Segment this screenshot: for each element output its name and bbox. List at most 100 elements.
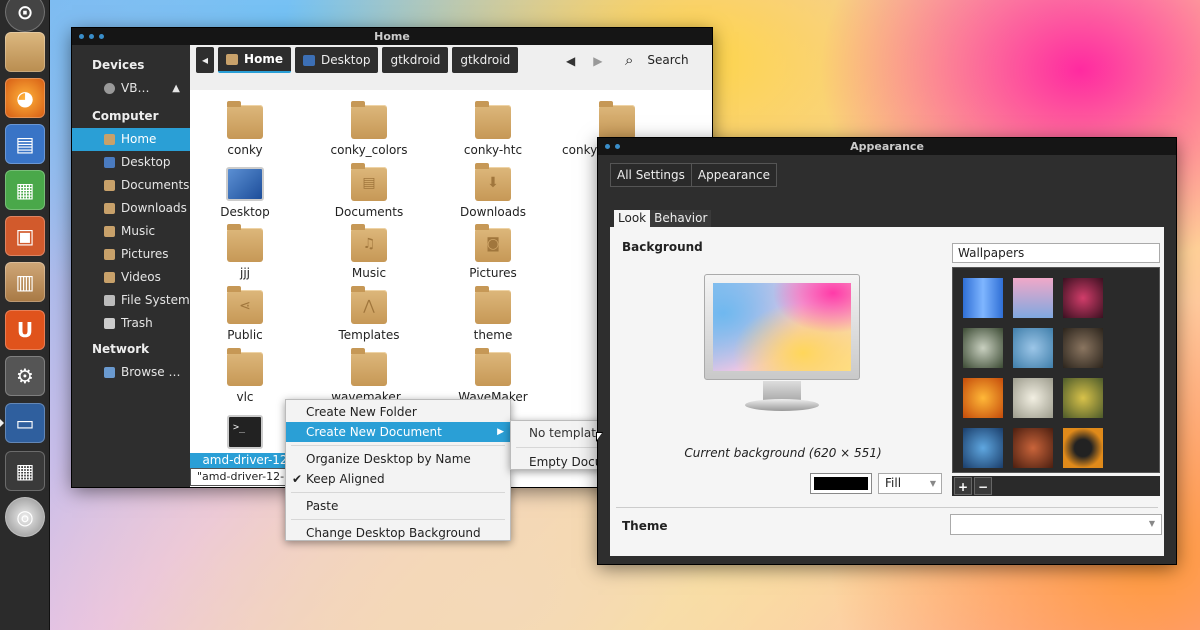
file-icon-conky[interactable]: conky <box>190 101 300 157</box>
breadcrumb-back-button[interactable]: ◂ <box>196 47 215 73</box>
sidebar-item-music[interactable]: Music <box>72 220 190 243</box>
tab-behavior[interactable]: Behavior <box>650 210 712 227</box>
file-icon-theme[interactable]: theme <box>438 286 548 342</box>
folder-icon <box>351 348 387 386</box>
color-swatch-button[interactable] <box>810 473 872 494</box>
menu-item-organize-desktop[interactable]: Organize Desktop by Name <box>286 449 510 469</box>
folder-emblem-icon: ⋀ <box>363 298 375 314</box>
wallpaper-thumb[interactable] <box>1013 328 1053 368</box>
forward-arrow-icon[interactable]: ▶ <box>593 54 602 68</box>
virtualbox-icon[interactable]: ▭ <box>0 403 45 443</box>
wallpaper-thumb[interactable] <box>1063 428 1103 468</box>
window-title: Home <box>374 30 410 43</box>
close-icon[interactable] <box>605 144 610 149</box>
wallpaper-thumb[interactable] <box>963 328 1003 368</box>
sidebar-item-browse-network[interactable]: Browse … <box>72 361 190 384</box>
wallpaper-thumb[interactable] <box>963 378 1003 418</box>
back-arrow-icon[interactable]: ◀ <box>566 54 575 68</box>
sidebar-item-pictures[interactable]: Pictures <box>72 243 190 266</box>
all-settings-button[interactable]: All Settings <box>611 164 691 186</box>
menu-item-create-new-document[interactable]: Create New Document ▶ <box>286 422 510 442</box>
file-icon-wavemaker[interactable]: WaveMaker <box>438 348 548 404</box>
minimize-icon[interactable] <box>615 144 620 149</box>
file-icon-public[interactable]: ⋖ Public <box>190 286 300 342</box>
file-icon-music[interactable]: ♫ Music <box>314 224 424 280</box>
sidebar-item-desktop[interactable]: Desktop <box>72 151 190 174</box>
sidebar-item-videos[interactable]: Videos <box>72 266 190 289</box>
wallpaper-thumb[interactable] <box>1013 278 1053 318</box>
menu-item-create-new-folder[interactable]: Create New Folder <box>286 402 510 422</box>
wallpaper-thumb[interactable] <box>963 278 1003 318</box>
sidebar-item-label: Documents <box>121 178 190 192</box>
menu-item-keep-aligned[interactable]: ✔ Keep Aligned <box>286 469 510 489</box>
breadcrumb-gtkdroid-2[interactable]: gtkdroid <box>452 47 519 73</box>
wallpaper-thumb[interactable] <box>1063 378 1103 418</box>
wallpaper-thumb[interactable] <box>1063 328 1103 368</box>
writer-icon[interactable]: ▤ <box>5 124 45 164</box>
search-icon[interactable]: ⌕ <box>625 51 633 69</box>
appearance-nav-button[interactable]: Appearance <box>690 164 776 186</box>
system-settings-icon[interactable]: ⚙ <box>5 356 45 396</box>
folder-icon <box>351 101 387 139</box>
breadcrumb-desktop[interactable]: Desktop <box>294 47 379 73</box>
minimize-icon[interactable] <box>89 34 94 39</box>
appearance-titlebar[interactable]: Appearance <box>598 138 1176 155</box>
ubuntu-logo-icon[interactable]: ⊙ <box>5 0 45 32</box>
workspaces-icon[interactable]: ▦ <box>5 451 45 491</box>
breadcrumb-home[interactable]: Home <box>218 47 291 73</box>
file-icon-vlc[interactable]: vlc <box>190 348 300 404</box>
file-icon-desktop[interactable]: Desktop <box>190 167 300 219</box>
wallpaper-thumb[interactable] <box>1013 428 1053 468</box>
sidebar-item-documents[interactable]: Documents <box>72 174 190 197</box>
breadcrumb-gtkdroid[interactable]: gtkdroid <box>382 47 449 73</box>
wallpaper-thumb[interactable] <box>963 428 1003 468</box>
wallpaper-thumb[interactable] <box>1063 278 1103 318</box>
search-button[interactable]: Search <box>647 53 688 67</box>
file-icon-conky-colors[interactable]: conky_colors <box>314 101 424 157</box>
file-icon-templates[interactable]: ⋀ Templates <box>314 286 424 342</box>
ubuntu-one-icon[interactable]: U <box>5 310 45 350</box>
dvd-icon[interactable]: ◎ <box>5 497 45 537</box>
folder-emblem-icon: ⬇ <box>487 175 499 191</box>
rename-field[interactable]: "amd-driver-12- <box>190 468 294 486</box>
tab-look[interactable]: Look <box>614 210 651 227</box>
background-heading: Background <box>622 240 703 254</box>
firefox-icon[interactable]: ◕ <box>5 78 45 118</box>
wallpapers-select[interactable]: Wallpapers <box>952 243 1160 263</box>
file-icon-documents[interactable]: ▤ Documents <box>314 163 424 219</box>
file-icon-jjj[interactable]: jjj <box>190 224 300 280</box>
sidebar-item-trash[interactable]: Trash <box>72 312 190 335</box>
file-icon-pictures[interactable]: ◙ Pictures <box>438 224 548 280</box>
sidebar-item-vb[interactable]: VB… ▲ <box>72 77 190 100</box>
file-icon-downloads[interactable]: ⬇ Downloads <box>438 163 548 219</box>
menu-item-label: Organize Desktop by Name <box>306 452 471 466</box>
close-icon[interactable] <box>79 34 84 39</box>
sidebar-item-downloads[interactable]: Downloads <box>72 197 190 220</box>
wallpaper-thumb[interactable] <box>1013 378 1053 418</box>
maximize-icon[interactable] <box>99 34 104 39</box>
software-center-icon[interactable]: ▥ <box>5 262 45 302</box>
file-manager-titlebar[interactable]: Home <box>72 28 712 45</box>
calc-icon[interactable]: ▦ <box>5 170 45 210</box>
menu-item-label: Create New Folder <box>306 405 417 419</box>
search-area: ⌕ Search <box>625 51 689 69</box>
theme-select[interactable]: ▼ <box>950 514 1162 535</box>
sidebar-item-file-system[interactable]: File System <box>72 289 190 312</box>
folder-emblem-icon: ⋖ <box>239 298 251 314</box>
menu-item-change-desktop-background[interactable]: Change Desktop Background <box>286 523 510 543</box>
impress-icon[interactable]: ▣ <box>5 216 45 256</box>
menu-item-paste[interactable]: Paste <box>286 496 510 516</box>
remove-wallpaper-button[interactable]: − <box>974 477 992 495</box>
appearance-tabs: Look Behavior <box>614 210 712 227</box>
fill-mode-select[interactable]: Fill ▼ <box>878 473 942 494</box>
file-icon-conky-htc[interactable]: conky-htc <box>438 101 548 157</box>
appearance-window: Appearance All Settings Appearance Look … <box>598 138 1176 564</box>
files-icon[interactable] <box>5 32 45 72</box>
mouse-pointer-icon <box>596 432 603 442</box>
monitor-stand <box>763 381 801 401</box>
disc-icon <box>104 83 115 94</box>
breadcrumb-label: Desktop <box>320 53 371 67</box>
add-wallpaper-button[interactable]: + <box>954 477 972 495</box>
eject-icon[interactable]: ▲ <box>172 77 180 100</box>
sidebar-item-home[interactable]: Home <box>72 128 190 151</box>
